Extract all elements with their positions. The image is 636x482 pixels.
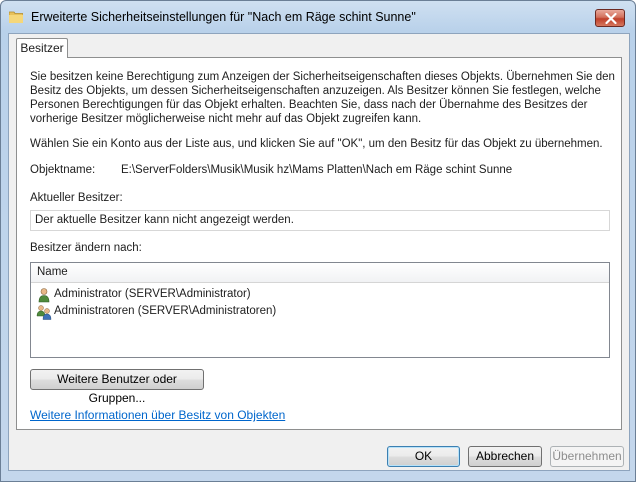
folder-icon (9, 11, 23, 23)
title-bar[interactable]: Erweiterte Sicherheitseinstellungen für … (1, 1, 635, 33)
dialog-client-area: Besitzer Sie besitzen keine Berechtigung… (8, 33, 630, 471)
owner-list[interactable]: Name Administrator (SERVER\Administrator… (30, 262, 610, 358)
ownership-info-link[interactable]: Weitere Informationen über Besitz von Ob… (30, 408, 285, 422)
current-owner-field[interactable]: Der aktuelle Besitzer kann nicht angezei… (30, 210, 610, 231)
user-group-icon (36, 305, 52, 320)
current-owner-label: Aktueller Besitzer: (30, 192, 123, 204)
user-icon (38, 288, 50, 303)
list-item-label: Administratoren (SERVER\Administratoren) (54, 305, 277, 317)
list-column-header-name[interactable]: Name (31, 263, 609, 283)
dialog-window: Erweiterte Sicherheitseinstellungen für … (0, 0, 636, 482)
cancel-button[interactable]: Abbrechen (468, 446, 542, 467)
column-header-label: Name (37, 266, 68, 278)
ok-button[interactable]: OK (387, 446, 460, 467)
apply-button[interactable]: Übernehmen (550, 446, 624, 467)
more-users-button[interactable]: Weitere Benutzer oder Gruppen... (30, 369, 204, 405)
change-owner-label: Besitzer ändern nach: (30, 242, 142, 254)
list-item-label: Administrator (SERVER\Administrator) (54, 288, 251, 300)
intro-text: Sie besitzen keine Berechtigung zum Anze… (30, 71, 615, 125)
window-title: Erweiterte Sicherheitseinstellungen für … (31, 10, 416, 24)
close-icon (605, 13, 617, 24)
list-item-administratoren[interactable]: Administratoren (SERVER\Administratoren) (36, 304, 596, 321)
instruction-text: Wählen Sie ein Konto aus der Liste aus, … (30, 138, 603, 150)
owner-tab-panel: Sie besitzen keine Berechtigung zum Anze… (16, 57, 622, 430)
object-name-label: Objektname: (30, 164, 96, 176)
list-item-administrator[interactable]: Administrator (SERVER\Administrator) (36, 287, 596, 304)
tab-besitzer[interactable]: Besitzer (16, 38, 68, 58)
object-name-value: E:\ServerFolders\Musik\Musik hz\Mams Pla… (121, 164, 513, 176)
close-button[interactable] (595, 9, 625, 27)
